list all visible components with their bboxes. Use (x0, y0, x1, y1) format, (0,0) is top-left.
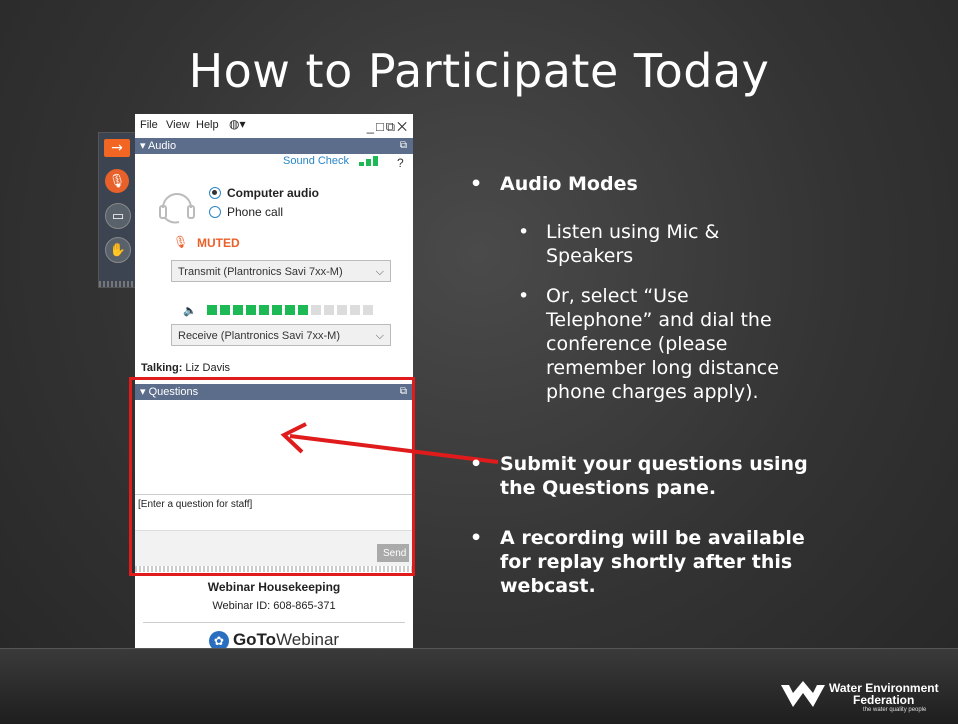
audio-section-label: ▾ Audio (140, 140, 177, 152)
bullet-line: conference (please (546, 333, 728, 355)
bullet-text: Listen using Mic & Speakers (546, 220, 719, 268)
transmit-device-value: Transmit (Plantronics Savi 7xx-M) (178, 266, 343, 278)
meter-segment (259, 305, 269, 315)
bullet-text: Submit your questions using the Question… (500, 452, 808, 500)
slide: How to Participate Today → 🎙 ▭ ✋ File Vi… (0, 0, 958, 724)
talking-indicator: Talking: Liz Davis (141, 362, 230, 374)
phone-call-label: Phone call (227, 205, 284, 219)
chevron-down-icon: ⌵ (375, 330, 384, 342)
menu-bar: File View Help ◍▾ _□⧉✕ (135, 114, 413, 136)
logo-webinar-text: Webinar (276, 630, 340, 649)
phone-call-radio[interactable]: Phone call (209, 205, 283, 219)
speaker-icon: 🔈 (183, 305, 197, 317)
volume-meter (207, 305, 373, 315)
wef-logo: Water Environment Federation the water q… (779, 679, 944, 719)
muted-mic-icon: 🎙 (173, 235, 189, 249)
divider (143, 622, 405, 623)
toolbar-grip[interactable] (99, 281, 137, 287)
meter-segment (350, 305, 360, 315)
meter-segment (324, 305, 334, 315)
menu-view[interactable]: View (166, 119, 190, 131)
mic-muted-icon[interactable]: 🎙 (105, 169, 129, 193)
computer-audio-label: Computer audio (227, 186, 319, 200)
chevron-down-icon: ⌵ (375, 266, 384, 278)
meter-segment (298, 305, 308, 315)
sound-check-link[interactable]: Sound Check (283, 155, 349, 167)
meter-segment (337, 305, 347, 315)
meter-segment (233, 305, 243, 315)
talking-name: Liz Davis (185, 362, 231, 374)
headset-icon (159, 193, 195, 224)
bullet-dot: • (518, 221, 530, 243)
audio-section-header[interactable]: ▾ Audio ⧉ (135, 138, 413, 154)
bullet-line: remember long distance (546, 357, 779, 379)
bullet-dot: • (470, 527, 483, 549)
meter-segment (207, 305, 217, 315)
bullet-line: Submit your questions using (500, 453, 808, 475)
transmit-device-select[interactable]: Transmit (Plantronics Savi 7xx-M) ⌵ (171, 260, 391, 282)
screen-view-icon[interactable]: ▭ (105, 203, 131, 229)
questions-highlight-box (129, 377, 415, 576)
radio-unselected-icon (209, 206, 221, 218)
bullet-line: webcast. (500, 575, 596, 597)
radio-selected-icon (209, 187, 221, 199)
meter-segment (311, 305, 321, 315)
bullet-text: Or, select “Use Telephone” and dial the … (546, 284, 779, 404)
bullet-text: Audio Modes (500, 173, 638, 195)
bullet-line: A recording will be available (500, 527, 805, 549)
menu-help[interactable]: Help (196, 119, 219, 131)
bullet-dot: • (518, 285, 530, 307)
bullet-line: Listen using Mic & (546, 221, 720, 243)
slide-title: How to Participate Today (188, 44, 770, 98)
bullet-line: Telephone” and dial the (546, 309, 772, 331)
goto-side-toolbar: → 🎙 ▭ ✋ (98, 132, 138, 288)
popout-icon[interactable]: ⧉ (400, 138, 407, 154)
bullet-line: phone charges apply). (546, 381, 759, 403)
signal-bars-icon (359, 156, 378, 166)
meter-segment (285, 305, 295, 315)
receive-device-select[interactable]: Receive (Plantronics Savi 7xx-M) ⌵ (171, 324, 391, 346)
language-globe-icon[interactable]: ◍▾ (229, 117, 246, 131)
meter-segment (272, 305, 282, 315)
bullet-line: the Questions pane. (500, 477, 717, 499)
meter-segment (220, 305, 230, 315)
muted-status: MUTED (197, 236, 240, 250)
webinar-id: Webinar ID: 608-865-371 (212, 600, 336, 612)
bullet-line: Or, select “Use (546, 285, 689, 307)
meter-segment (363, 305, 373, 315)
audio-help-icon[interactable]: ? (397, 156, 404, 170)
wef-tagline: the water quality people (863, 707, 927, 713)
collapse-arrow-icon[interactable]: → (104, 139, 130, 157)
computer-audio-radio[interactable]: Computer audio (209, 186, 319, 200)
bullet-dot: • (470, 173, 483, 195)
bullet-dot: • (470, 453, 483, 475)
menu-file[interactable]: File (140, 119, 158, 131)
wef-name: Water Environment Federation (829, 682, 939, 706)
talking-label: Talking: (141, 362, 183, 374)
bullet-line: for replay shortly after this (500, 551, 793, 573)
logo-goto-text: GoTo (232, 630, 277, 649)
wef-name-line2: Federation (853, 693, 915, 707)
raise-hand-icon[interactable]: ✋ (105, 237, 131, 263)
bullet-text: A recording will be available for replay… (500, 526, 805, 598)
bullet-line: Speakers (546, 245, 634, 267)
slide-footer: Water Environment Federation the water q… (0, 648, 958, 724)
housekeeping-title: Webinar Housekeeping (207, 580, 341, 594)
receive-device-value: Receive (Plantronics Savi 7xx-M) (178, 330, 340, 342)
meter-segment (246, 305, 256, 315)
wef-wave-icon (781, 681, 825, 707)
window-controls[interactable]: _□⧉✕ (367, 119, 409, 135)
